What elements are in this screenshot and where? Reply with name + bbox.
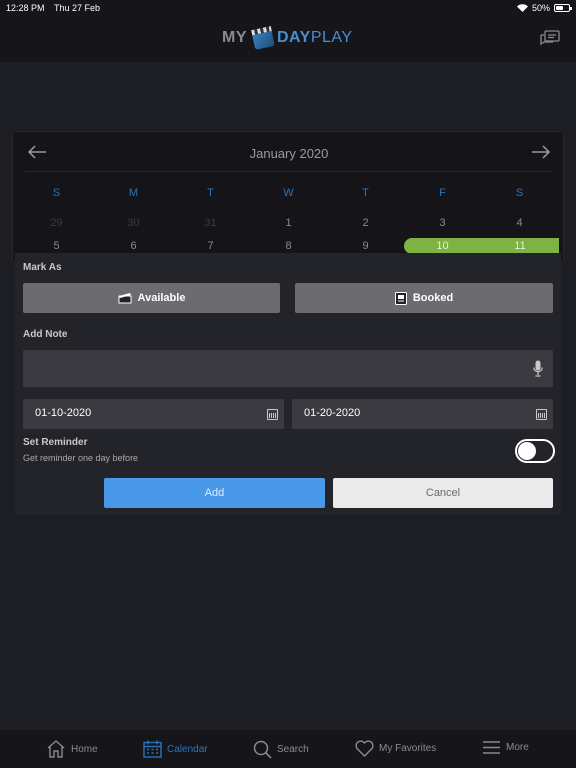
clapperboard-small-icon — [118, 293, 132, 304]
weekday-sat: S — [515, 187, 524, 199]
tab-favorites-label: My Favorites — [379, 743, 437, 754]
end-date-value: 01-20-2020 — [304, 407, 361, 419]
logo-my: MY — [222, 29, 247, 46]
tab-search[interactable]: Search — [253, 740, 309, 759]
tab-my-favorites[interactable]: My Favorites — [355, 740, 436, 757]
calendar-day[interactable]: 8 — [250, 240, 327, 252]
booked-label: Booked — [412, 292, 454, 304]
mark-as-panel: Mark As Available Booked Add Note 01-10-… — [15, 253, 561, 515]
set-reminder-label: Set Reminder — [23, 437, 88, 448]
logo-day: DAY — [277, 29, 311, 46]
status-date: Thu 27 Feb — [54, 3, 101, 13]
start-date-value: 01-10-2020 — [35, 407, 92, 419]
calendar-day[interactable]: 4 — [481, 217, 558, 229]
reminder-toggle[interactable] — [515, 439, 555, 463]
mark-as-label: Mark As — [23, 262, 62, 273]
calendar-day[interactable]: 5 — [18, 240, 95, 252]
weekday-mon: M — [128, 187, 139, 199]
tab-home[interactable]: Home — [46, 740, 98, 758]
calendar-day[interactable]: 7 — [172, 240, 249, 252]
wifi-icon — [516, 4, 528, 12]
home-icon — [47, 740, 65, 758]
tab-more[interactable]: More — [482, 740, 529, 755]
note-input[interactable] — [23, 350, 553, 387]
month-title: January 2020 — [249, 146, 329, 161]
status-right: 50% — [516, 3, 572, 13]
calendar-day-booked[interactable]: 11 — [481, 238, 559, 254]
app-header: MY DAY PLAY — [0, 16, 576, 62]
calendar-day[interactable]: 29 — [18, 217, 95, 229]
weekday-wed: W — [283, 187, 294, 199]
calendar-picker-icon[interactable] — [267, 409, 278, 420]
add-button[interactable]: Add — [104, 478, 325, 508]
calendar-day[interactable]: 31 — [172, 217, 249, 229]
tab-home-label: Home — [71, 743, 98, 755]
status-bar: 12:28 PM Thu 27 Feb 50% — [0, 0, 576, 16]
available-label: Available — [137, 292, 186, 304]
weekday-thu: T — [362, 187, 369, 199]
calendar-day[interactable]: 30 — [95, 217, 172, 229]
tab-calendar[interactable]: Calendar — [143, 740, 208, 758]
calendar-day[interactable]: 6 — [95, 240, 172, 252]
calendar-day[interactable]: 1 — [250, 217, 327, 229]
add-note-label: Add Note — [23, 329, 68, 340]
cancel-button[interactable]: Cancel — [333, 478, 553, 508]
calendar-day[interactable]: 3 — [404, 217, 481, 229]
heart-icon — [355, 740, 374, 757]
menu-icon — [483, 741, 500, 754]
calendar-icon — [143, 740, 162, 758]
end-date-field[interactable]: 01-20-2020 — [292, 399, 553, 429]
toggle-knob — [518, 442, 536, 460]
logo-play: PLAY — [310, 29, 353, 46]
microphone-icon[interactable] — [533, 360, 543, 377]
next-month-arrow-icon[interactable] — [531, 144, 551, 160]
weekday-fri: F — [439, 187, 446, 199]
weekday-sun: S — [52, 187, 61, 199]
start-date-field[interactable]: 01-10-2020 — [23, 399, 284, 429]
calendar-card: January 2020 S M T W T F S 29 30 31 1 2 … — [12, 131, 564, 261]
search-icon — [253, 740, 272, 759]
bottom-tab-bar: Home Calendar Search My Favorites More — [0, 730, 576, 768]
app-logo: MY DAY PLAY — [222, 26, 353, 50]
booked-icon — [394, 291, 407, 305]
reminder-subtitle: Get reminder one day before — [23, 453, 139, 463]
calendar-day[interactable]: 9 — [327, 240, 404, 252]
chat-icon[interactable] — [540, 30, 560, 48]
calendar-day[interactable]: 2 — [327, 217, 404, 229]
available-button[interactable]: Available — [23, 283, 280, 313]
tab-calendar-label: Calendar — [167, 743, 208, 755]
battery-icon — [554, 4, 572, 12]
weekday-tue: T — [207, 187, 214, 199]
booked-button[interactable]: Booked — [295, 283, 553, 313]
calendar-day-booked[interactable]: 10 — [404, 238, 481, 254]
clapperboard-icon — [251, 26, 275, 50]
tab-more-label: More — [506, 742, 529, 753]
tab-search-label: Search — [277, 744, 309, 755]
calendar-nav: January 2020 — [25, 132, 553, 172]
calendar-picker-icon[interactable] — [536, 409, 547, 420]
status-time: 12:28 PM — [6, 3, 45, 13]
battery-percent: 50% — [531, 3, 550, 13]
